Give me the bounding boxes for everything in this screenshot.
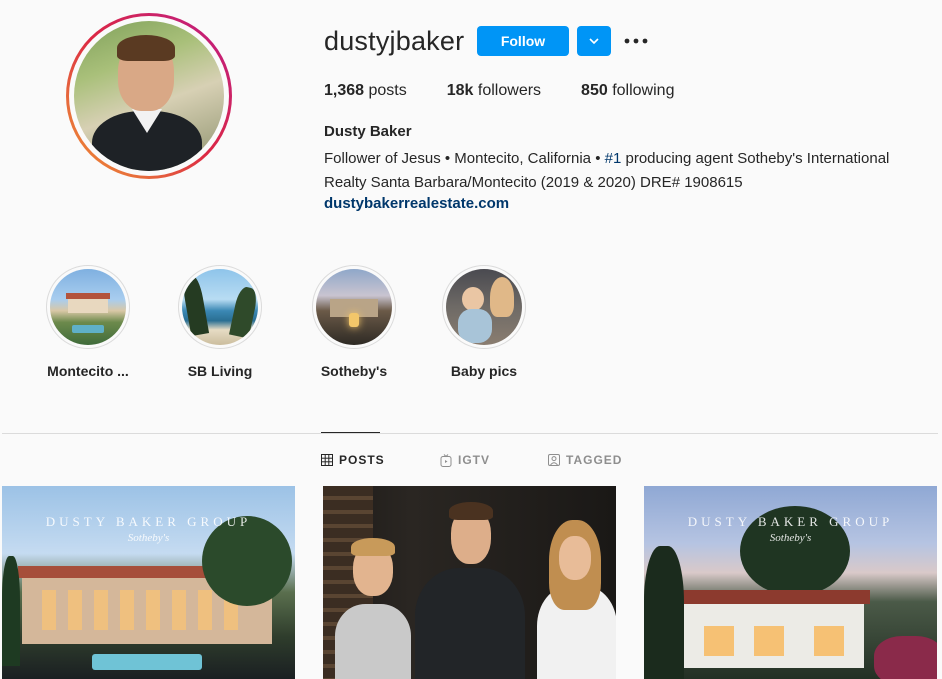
hashtag-link[interactable]: #1 — [605, 150, 622, 167]
more-options-button[interactable] — [622, 28, 650, 54]
follow-button[interactable]: Follow — [477, 26, 569, 56]
suggested-accounts-button[interactable] — [577, 26, 611, 56]
active-tab-indicator — [321, 432, 380, 433]
post-overlay-subtitle: Sotheby's — [127, 532, 170, 544]
posts-count: 1,368 posts — [324, 82, 407, 99]
tagged-icon — [548, 454, 560, 466]
highlight-label: Sotheby's — [320, 363, 388, 379]
post-thumbnail[interactable] — [323, 486, 616, 679]
profile-website-link[interactable]: dustybakerrealestate.com — [324, 195, 509, 212]
post-overlay-subtitle: Sotheby's — [769, 532, 812, 544]
grid-icon — [321, 454, 333, 466]
profile-avatar[interactable] — [66, 13, 232, 179]
highlight-label: Montecito ... — [47, 363, 129, 379]
more-dots-icon — [624, 38, 648, 44]
profile-username: dustyjbaker — [324, 26, 465, 56]
avatar-photo — [74, 21, 224, 171]
tab-tagged[interactable]: TAGGED — [548, 453, 622, 467]
post-thumbnail[interactable]: DUSTY BAKER GROUP Sotheby's — [2, 486, 295, 679]
chevron-down-icon — [589, 38, 599, 45]
highlight-cover — [50, 269, 126, 345]
profile-stats: 1,368 posts 18k followers 850 following — [324, 82, 714, 100]
post-thumbnail[interactable]: DUSTY BAKER GROUP Sotheby's — [644, 486, 937, 679]
post-overlay-title: DUSTY BAKER GROUP — [687, 514, 894, 529]
avatar-border — [69, 16, 229, 176]
profile-full-name: Dusty Baker — [324, 123, 412, 140]
highlight-ring — [178, 265, 262, 349]
highlight-label: SB Living — [187, 363, 253, 379]
highlight-cover — [446, 269, 522, 345]
post-overlay-title: DUSTY BAKER GROUP — [45, 514, 252, 529]
highlight-cover — [182, 269, 258, 345]
tab-igtv[interactable]: IGTV — [440, 453, 490, 467]
following-count[interactable]: 850 following — [581, 82, 674, 100]
followers-count[interactable]: 18k followers — [447, 82, 541, 100]
highlight-ring — [46, 265, 130, 349]
highlight-sothebys[interactable]: Sotheby's — [312, 265, 396, 379]
highlight-ring — [312, 265, 396, 349]
highlight-label: Baby pics — [450, 363, 518, 379]
tabs-divider — [2, 433, 938, 434]
tab-posts[interactable]: POSTS — [321, 453, 385, 467]
highlight-baby-pics[interactable]: Baby pics — [442, 265, 526, 379]
highlight-ring — [442, 265, 526, 349]
profile-bio: Follower of Jesus • Montecito, Californi… — [324, 150, 890, 191]
igtv-icon — [440, 453, 452, 467]
highlight-montecito[interactable]: Montecito ... — [46, 265, 130, 379]
highlight-cover — [316, 269, 392, 345]
post-image — [323, 486, 616, 679]
highlight-sb-living[interactable]: SB Living — [178, 265, 262, 379]
